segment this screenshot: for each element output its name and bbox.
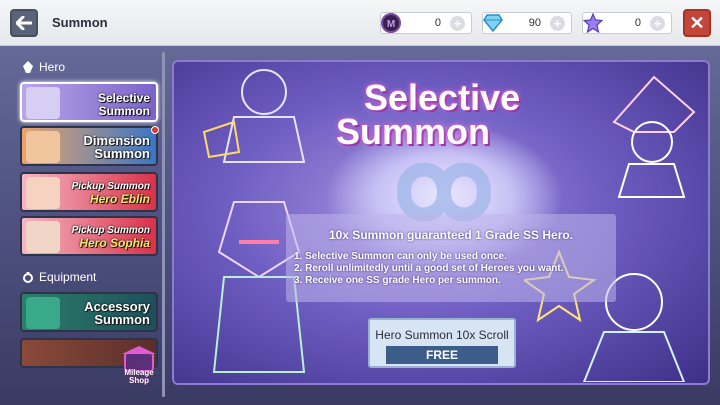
info-line-3: 3. Receive one SS grade Hero per summon. (294, 275, 501, 286)
equipment-section-label: Equipment (22, 270, 96, 284)
ring-icon (23, 272, 33, 283)
hero-sketch-left-top (202, 69, 306, 163)
sidebar-item-label: Accessory Summon (84, 299, 150, 327)
hero-icon (23, 61, 33, 73)
info-headline: 10x Summon guaranteed 1 Grade SS Hero. (328, 228, 574, 242)
diamond-amount: 90 (528, 17, 541, 29)
sidebar-item-label: Pickup Summon Hero Eblin (71, 181, 150, 206)
back-button[interactable] (10, 9, 38, 37)
info-line-1: 1. Selective Summon can only be used onc… (294, 251, 507, 262)
notification-dot (151, 126, 159, 134)
close-button[interactable]: ✕ (683, 9, 711, 37)
sidebar-item-label: Selective Summon (97, 91, 150, 118)
currency-diamond: 90 + (482, 12, 572, 34)
dimension-summon-thumbnail (26, 131, 60, 163)
purple-coin-icon: M (379, 11, 403, 35)
summon-button-price: FREE (386, 346, 498, 364)
mileage-shop-button[interactable]: Mileage Shop (116, 345, 162, 391)
banner-title-line2: Summon (336, 111, 491, 152)
star-ticket-amount: 0 (634, 17, 641, 29)
hero-summon-10x-button[interactable]: Hero Summon 10x Scroll FREE (368, 318, 516, 368)
currency-star-ticket: 0 + (582, 12, 672, 34)
hero-sketch-right-top (612, 75, 696, 198)
svg-text:M: M (387, 19, 395, 30)
close-icon: ✕ (689, 13, 705, 33)
summon-button-label: Hero Summon 10x Scroll (375, 328, 509, 342)
sidebar-item-pickup-sophia[interactable]: Pickup Summon Hero Sophia (20, 216, 158, 256)
selective-summon-banner: Selective Summon 10x Summon guaranteed 1… (172, 60, 710, 385)
add-diamond-button[interactable]: + (550, 16, 565, 31)
hero-section-label: Hero (22, 60, 65, 74)
sidebar-item-selective-summon[interactable]: Selective Summon (20, 82, 158, 122)
arrow-left-icon (16, 16, 32, 30)
sidebar-item-accessory-summon[interactable]: Accessory Summon (20, 292, 158, 332)
diamond-icon (481, 11, 505, 35)
sidebar-item-pickup-eblin[interactable]: Pickup Summon Hero Eblin (20, 172, 158, 212)
equipment-section-text: Equipment (39, 270, 97, 284)
accessory-thumbnail (26, 297, 60, 329)
page-title: Summon (52, 15, 108, 30)
hero-section-text: Hero (39, 60, 66, 74)
summon-info-box: 10x Summon guaranteed 1 Grade SS Hero. 1… (286, 214, 616, 302)
sidebar-item-label: Dimension Summon (83, 133, 150, 161)
star-ticket-icon (581, 11, 605, 35)
selective-summon-thumbnail (26, 87, 60, 119)
sidebar-item-dimension-summon[interactable]: Dimension Summon (20, 126, 158, 166)
mileage-shop-label: Mileage Shop (124, 368, 154, 385)
add-purple-coin-button[interactable]: + (450, 16, 465, 31)
sophia-portrait (26, 221, 60, 253)
info-line-2: 2. Reroll unlimitedly until a good set o… (294, 263, 564, 274)
sidebar-scrollbar[interactable] (162, 52, 165, 397)
top-bar: Summon M 0 + 90 + 0 + ✕ (0, 0, 720, 46)
currency-purple-coin: M 0 + (380, 12, 472, 34)
add-star-ticket-button[interactable]: + (650, 16, 665, 31)
eblin-portrait (26, 177, 60, 209)
purple-coin-amount: 0 (434, 17, 441, 29)
sidebar-item-label: Pickup Summon Hero Sophia (71, 225, 150, 250)
